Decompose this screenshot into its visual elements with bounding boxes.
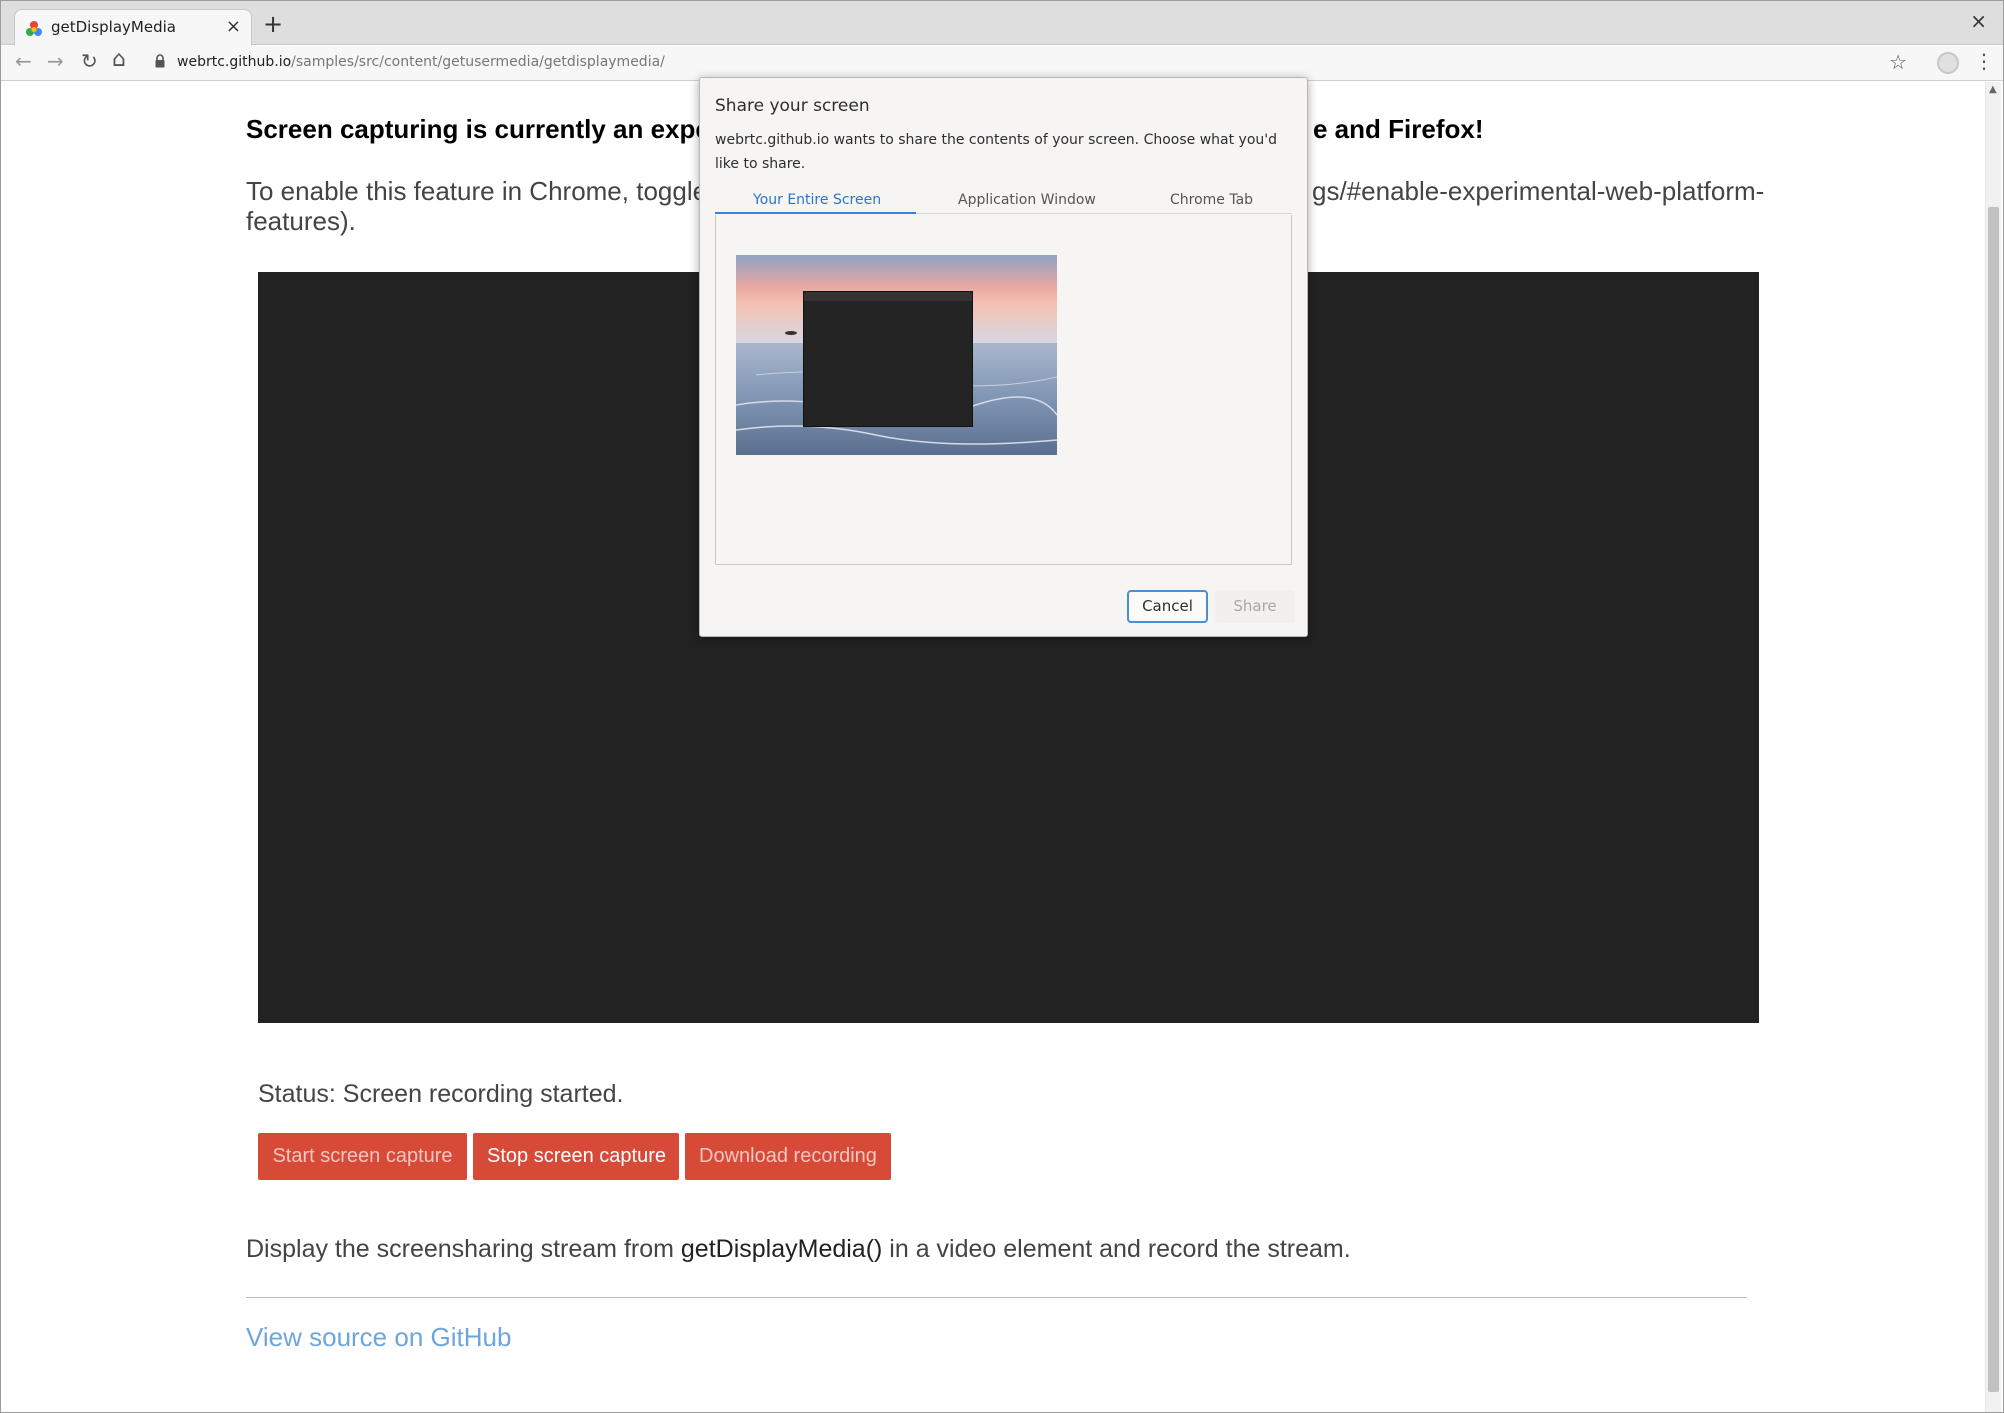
experimental-heading-start: Screen capturing is currently an experim <box>246 114 751 144</box>
tab-chrome-tab[interactable]: Chrome Tab <box>1170 192 1253 208</box>
dialog-title: Share your screen <box>715 96 870 116</box>
profile-avatar-icon[interactable] <box>1937 52 1959 74</box>
source-picker-panel <box>715 215 1292 565</box>
dialog-cancel-button[interactable]: Cancel <box>1127 590 1208 623</box>
home-icon[interactable]: ⌂ <box>112 47 126 72</box>
thumbnail-terminal-window <box>803 291 973 427</box>
start-capture-button[interactable]: Start screen capture <box>258 1133 467 1180</box>
enable-instructions-line2: features). <box>246 206 356 236</box>
tab-strip: getDisplayMedia × + × <box>1 1 2003 46</box>
page-scrollbar[interactable]: ▲ <box>1985 82 2001 1412</box>
tab-title: getDisplayMedia <box>51 18 176 36</box>
new-tab-icon[interactable]: + <box>263 10 283 38</box>
active-tab-indicator <box>715 212 916 214</box>
dialog-tabs: Your Entire Screen Application Window Ch… <box>715 186 1292 214</box>
tab-close-icon[interactable]: × <box>226 16 241 37</box>
download-recording-button[interactable]: Download recording <box>685 1133 891 1180</box>
experimental-heading-end: e and Firefox! <box>1313 114 1484 144</box>
tab-application-window[interactable]: Application Window <box>958 192 1096 208</box>
forward-icon[interactable]: → <box>47 49 64 73</box>
lock-icon <box>155 54 165 68</box>
back-icon[interactable]: ← <box>15 49 32 73</box>
dialog-message: webrtc.github.io wants to share the cont… <box>715 132 1278 172</box>
browser-toolbar: ← → ↻ ⌂ webrtc.github.io/samples/src/con… <box>1 46 2003 81</box>
screen-thumbnail[interactable] <box>736 255 1057 455</box>
view-source-link[interactable]: View source on GitHub <box>246 1322 511 1353</box>
bookmark-star-icon[interactable]: ☆ <box>1889 50 1907 74</box>
url-text: webrtc.github.io/samples/src/content/get… <box>177 54 665 70</box>
browser-window: getDisplayMedia × + × ← → ↻ ⌂ webrtc.git… <box>0 0 2004 1413</box>
stop-capture-button[interactable]: Stop screen capture <box>473 1133 679 1180</box>
divider <box>246 1297 1747 1298</box>
share-screen-dialog: Share your screen webrtc.github.io wants… <box>699 77 1308 637</box>
window-close-icon[interactable]: × <box>1970 9 1987 33</box>
description: Display the screensharing stream from ge… <box>246 1235 1351 1263</box>
menu-kebab-icon[interactable]: ⋮ <box>1974 49 1994 73</box>
tab-entire-screen[interactable]: Your Entire Screen <box>753 192 881 208</box>
status-text: Status: Screen recording started. <box>258 1080 624 1108</box>
webrtc-favicon-icon <box>26 21 42 36</box>
thumbnail-window-titlebar <box>804 292 972 301</box>
tab-getdisplaymedia[interactable]: getDisplayMedia × <box>14 9 252 46</box>
address-bar[interactable]: webrtc.github.io/samples/src/content/get… <box>147 49 1907 77</box>
reload-icon[interactable]: ↻ <box>81 49 98 73</box>
scrollbar-thumb[interactable] <box>1988 207 1999 1392</box>
dialog-share-button[interactable]: Share <box>1215 590 1295 623</box>
api-name: getDisplayMedia() <box>680 1235 883 1263</box>
scroll-up-arrow-icon[interactable]: ▲ <box>1989 84 1997 95</box>
enable-instructions-end: gs/#enable-experimental-web-platform- <box>1312 176 1765 206</box>
